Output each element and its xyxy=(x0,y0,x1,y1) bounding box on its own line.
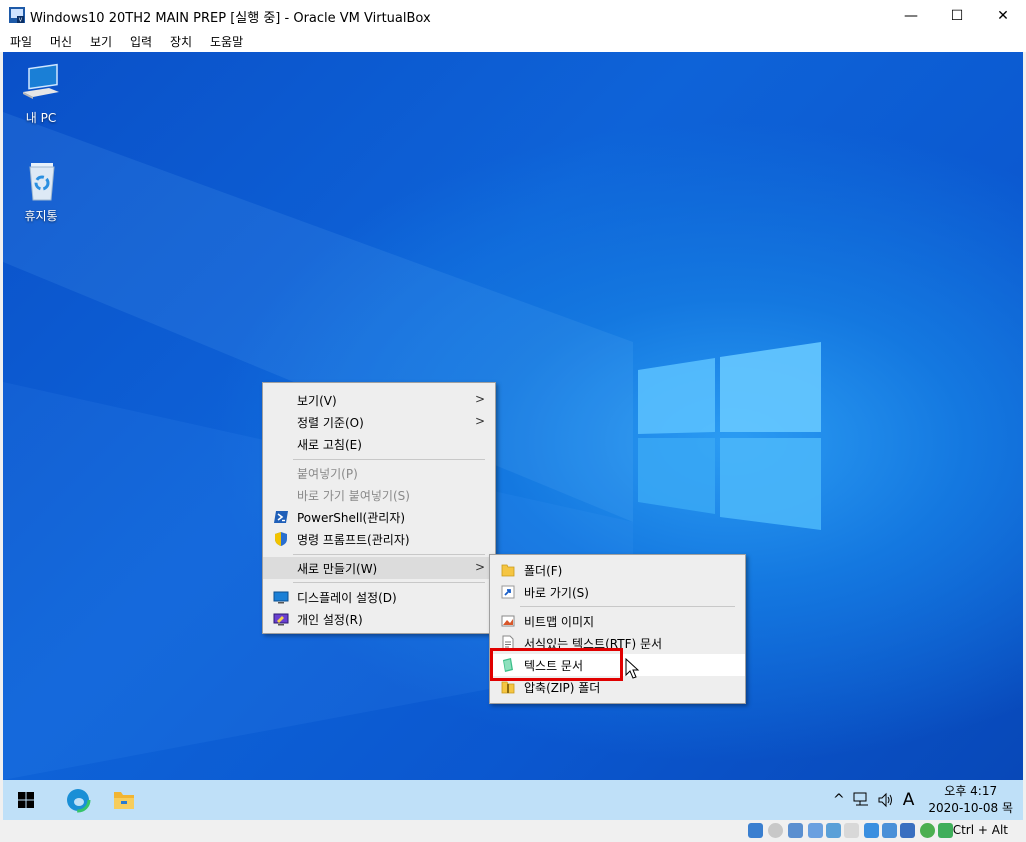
zip-folder-icon xyxy=(500,679,516,695)
menu-item-paste[interactable]: 붙여넣기(P) xyxy=(263,462,495,484)
window-title: Windows10 20TH2 MAIN PREP [실행 중] - Oracl… xyxy=(30,11,431,26)
file-explorer-icon xyxy=(114,792,134,809)
recording-icon[interactable] xyxy=(882,823,897,838)
menu-devices[interactable]: 장치 xyxy=(170,33,192,50)
desktop-icon-label: 휴지통 xyxy=(24,209,58,223)
menu-separator xyxy=(293,582,485,583)
menu-item-sort-by[interactable]: 정렬 기준(O) > xyxy=(263,411,495,433)
maximize-icon: ☐ xyxy=(950,7,964,24)
start-button[interactable] xyxy=(3,780,49,820)
guest-desktop[interactable]: 내 PC 휴지통 보기(V) > 정렬 기준(O) > 새로 고침(E) 붙여넣… xyxy=(3,52,1023,780)
menu-input[interactable]: 입력 xyxy=(130,33,152,50)
menu-item-display-settings[interactable]: 디스플레이 설정(D) xyxy=(263,586,495,608)
desktop-icon-this-pc[interactable]: 내 PC xyxy=(5,62,77,126)
close-button[interactable]: ✕ xyxy=(980,0,1026,31)
menu-view[interactable]: 보기 xyxy=(90,33,112,50)
network-adapter-icon[interactable] xyxy=(808,823,823,838)
menubar: 파일 머신 보기 입력 장치 도움말 xyxy=(0,31,1026,52)
optical-drive-icon[interactable] xyxy=(768,823,783,838)
svg-text:V: V xyxy=(19,18,23,24)
menu-help[interactable]: 도움말 xyxy=(210,33,243,50)
menu-separator xyxy=(293,459,485,460)
windows-start-icon xyxy=(18,792,34,808)
menu-machine[interactable]: 머신 xyxy=(50,33,72,50)
display-status-icon[interactable] xyxy=(864,823,879,838)
taskbar-edge[interactable] xyxy=(55,780,101,820)
menu-separator xyxy=(520,606,735,607)
new-submenu: 폴더(F) 바로 가기(S) 비트맵 이미지 서식있는 텍스트(RTF) 문서 xyxy=(489,554,746,704)
shortcut-icon xyxy=(500,584,516,600)
tray-chevron-icon[interactable]: ^ xyxy=(833,792,845,808)
submenu-item-shortcut[interactable]: 바로 가기(S) xyxy=(490,581,745,603)
minimize-button[interactable]: — xyxy=(888,0,934,31)
system-tray: ^ A xyxy=(833,780,914,820)
network-icon[interactable] xyxy=(853,792,871,808)
ime-indicator[interactable]: A xyxy=(903,790,915,810)
bitmap-icon xyxy=(500,613,516,629)
chevron-right-icon: > xyxy=(474,414,485,428)
menu-separator xyxy=(293,554,485,555)
mouse-cursor-icon xyxy=(625,658,640,679)
window-titlebar[interactable]: V Windows10 20TH2 MAIN PREP [실행 중] - Ora… xyxy=(0,0,1026,31)
menu-item-powershell-admin[interactable]: PowerShell(관리자) xyxy=(263,506,495,528)
shared-folders-icon[interactable] xyxy=(844,823,859,838)
clock-time: 오후 4:17 xyxy=(944,784,998,798)
hard-disk-icon[interactable] xyxy=(748,823,763,838)
menu-item-cmd-admin[interactable]: 명령 프롬프트(관리자) xyxy=(263,528,495,550)
this-pc-icon xyxy=(23,63,59,99)
powershell-icon xyxy=(273,509,289,525)
recycle-bin-icon xyxy=(29,163,55,201)
close-icon: ✕ xyxy=(997,7,1009,24)
edge-icon xyxy=(65,787,91,813)
menu-item-personalize[interactable]: 개인 설정(R) xyxy=(263,608,495,630)
virtualbox-icon: V xyxy=(8,6,26,24)
menu-file[interactable]: 파일 xyxy=(10,33,32,50)
menu-item-new[interactable]: 새로 만들기(W) > xyxy=(263,557,495,579)
minimize-icon: — xyxy=(904,7,918,24)
desktop-context-menu: 보기(V) > 정렬 기준(O) > 새로 고침(E) 붙여넣기(P) 바로 가… xyxy=(262,382,496,634)
submenu-item-folder[interactable]: 폴더(F) xyxy=(490,559,745,581)
mouse-integration-icon[interactable] xyxy=(938,823,953,838)
audio-icon[interactable] xyxy=(788,823,803,838)
guest-additions-icon[interactable] xyxy=(920,823,935,838)
desktop-icon-label: 내 PC xyxy=(25,111,57,125)
highlight-box xyxy=(490,648,623,681)
usb-icon[interactable] xyxy=(826,823,841,838)
submenu-item-bitmap[interactable]: 비트맵 이미지 xyxy=(490,610,745,632)
clock[interactable]: 오후 4:17 2020-10-08 목 xyxy=(928,783,1013,817)
vm-statusbar: Ctrl + Alt xyxy=(0,820,1026,842)
menu-item-view[interactable]: 보기(V) > xyxy=(263,389,495,411)
desktop-icon-recycle-bin[interactable]: 휴지통 xyxy=(5,160,77,224)
personalize-icon xyxy=(273,611,289,627)
folder-icon xyxy=(500,562,516,578)
host-key-label: Ctrl + Alt xyxy=(952,823,1008,837)
maximize-button[interactable]: ☐ xyxy=(934,0,980,31)
taskbar-file-explorer[interactable] xyxy=(101,780,147,820)
volume-icon[interactable] xyxy=(877,792,895,808)
vt-x-icon[interactable] xyxy=(900,823,915,838)
display-icon xyxy=(273,589,289,605)
chevron-right-icon: > xyxy=(474,560,485,574)
menu-item-refresh[interactable]: 새로 고침(E) xyxy=(263,433,495,455)
clock-date: 2020-10-08 목 xyxy=(928,801,1013,815)
shield-icon xyxy=(273,531,289,547)
menu-item-paste-shortcut[interactable]: 바로 가기 붙여넣기(S) xyxy=(263,484,495,506)
chevron-right-icon: > xyxy=(474,392,485,406)
taskbar: ^ A 오후 4:17 2020-10-08 목 xyxy=(3,780,1023,820)
